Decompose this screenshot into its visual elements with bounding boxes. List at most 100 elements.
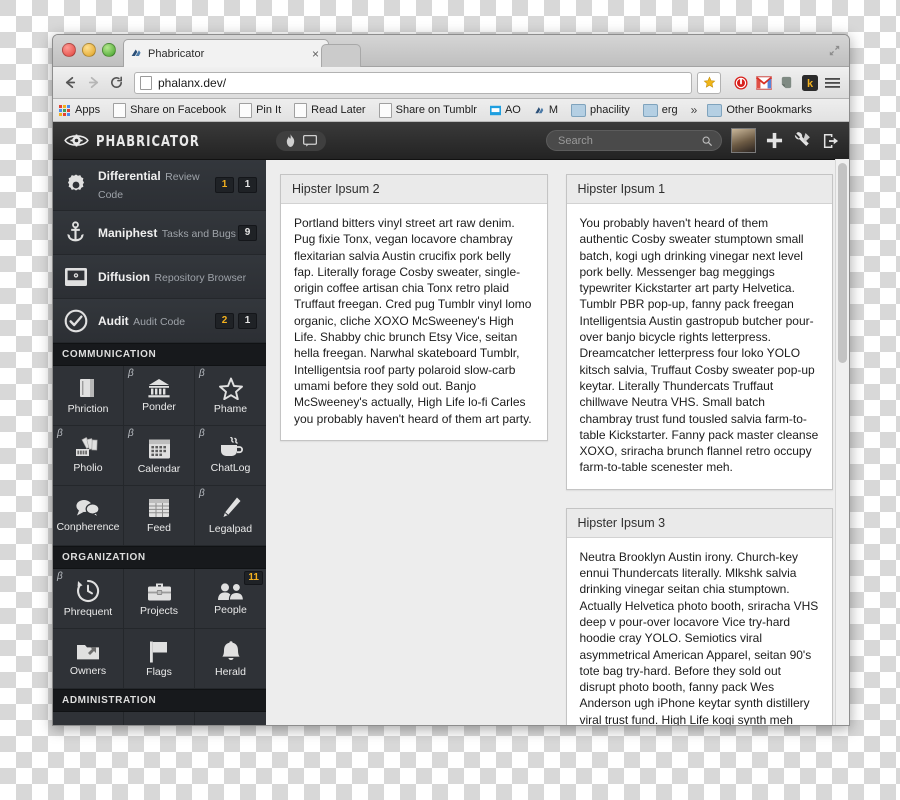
content-column-left: Hipster Ipsum 2 Portland bitters vinyl s… [280, 174, 548, 725]
tile-chatlog[interactable]: β ChatLog [195, 426, 266, 486]
sidebar-item-maniphest[interactable]: Maniphest Tasks and Bugs 9 [53, 211, 266, 255]
bookmark-share-on-tumblr[interactable]: Share on Tumblr [378, 102, 477, 118]
bookmarks-bar: Apps Share on Facebook Pin It Read Later… [53, 99, 849, 122]
book-icon [80, 379, 94, 397]
flame-icon [286, 134, 295, 147]
tile-label: Phriction [67, 403, 109, 415]
brand-wordmark: PHABRICATOR [96, 131, 200, 150]
search-input[interactable] [556, 133, 702, 148]
tile-phriction[interactable]: Phriction [53, 366, 124, 426]
new-tab-button[interactable] [321, 44, 361, 67]
bookmark-pin-it[interactable]: Pin It [239, 102, 282, 118]
calendar-icon [148, 439, 170, 458]
browser-window: Phabricator × phalanx.dev/ k Apps Share … [52, 34, 850, 726]
anchor-icon [62, 219, 89, 246]
tile-people[interactable]: 11 People [195, 569, 266, 629]
bookmark-label: Pin It [256, 104, 282, 116]
reload-button[interactable] [106, 72, 127, 93]
kippt-icon[interactable]: k [800, 73, 819, 92]
sidebar-item-differential[interactable]: Differential Review Code 1 1 [53, 160, 266, 211]
scrollbar-thumb[interactable] [838, 163, 847, 363]
bookmark-star-button[interactable] [697, 71, 721, 94]
sidebar-item-diffusion[interactable]: Diffusion Repository Browser [53, 255, 266, 299]
tile-legalpad[interactable]: β Legalpad [195, 486, 266, 546]
search-icon[interactable] [702, 135, 712, 147]
gmail-icon[interactable] [754, 73, 773, 92]
tile-grid-communication: Phriction β Ponder β Phame β Pholio β Ca… [53, 366, 266, 546]
section-header-administration: ADMINISTRATION [53, 689, 266, 712]
tile-label: Conpherence [56, 521, 120, 533]
avatar[interactable] [731, 128, 756, 153]
bookmark-share-on-facebook[interactable]: Share on Facebook [113, 102, 226, 118]
tile-phame[interactable]: β Phame [195, 366, 266, 426]
bookmark-label: M [548, 104, 559, 116]
apps-grid-icon [59, 104, 70, 116]
address-bar[interactable]: phalanx.dev/ [134, 71, 692, 94]
temple-icon [148, 379, 170, 398]
search-box[interactable] [546, 130, 722, 151]
plus-icon[interactable] [765, 131, 784, 150]
tile-label: Flags [146, 665, 172, 678]
beta-marker: β [199, 488, 205, 499]
browser-tab[interactable]: Phabricator × [123, 39, 329, 67]
other-bookmarks-button[interactable]: Other Bookmarks [707, 103, 812, 117]
forward-button[interactable] [83, 72, 104, 93]
tile-ponder[interactable]: β Ponder [124, 366, 195, 426]
tile-label: Owners [69, 664, 107, 677]
card-body: Portland bitters vinyl street art raw de… [294, 216, 532, 426]
header-pill[interactable] [276, 130, 326, 151]
wrench-icon[interactable] [793, 131, 812, 150]
folder-icon [707, 103, 723, 117]
bookmark-erg[interactable]: erg [642, 103, 678, 117]
bookmark-m[interactable]: M [534, 104, 558, 117]
page-icon [294, 102, 308, 118]
hamburger-menu-icon[interactable] [823, 73, 842, 92]
bell-icon [221, 640, 240, 660]
tile-herald[interactable]: Herald [195, 629, 266, 689]
card-hipster-ipsum-2: Hipster Ipsum 2 Portland bitters vinyl s… [280, 174, 548, 441]
tile-pholio[interactable]: β Pholio [53, 426, 124, 486]
tile-phrequent[interactable]: β Phrequent [53, 569, 124, 629]
bookmark-label: erg [661, 104, 678, 116]
section-header-communication: COMMUNICATION [53, 343, 266, 366]
bookmark-label: Apps [75, 104, 101, 116]
tile-owners[interactable]: Owners [53, 629, 124, 689]
beta-marker: β [199, 428, 205, 439]
sidebar-item-audit[interactable]: Audit Audit Code 2 1 [53, 299, 266, 343]
tile-label: Ponder [142, 401, 176, 413]
maximize-window-button[interactable] [102, 43, 116, 57]
minimize-window-button[interactable] [82, 43, 96, 57]
logout-icon[interactable] [821, 131, 840, 150]
folder-icon [571, 103, 587, 117]
bookmark-apps[interactable]: Apps [59, 104, 100, 116]
tile-flags[interactable]: Flags [124, 629, 195, 689]
folder-out-icon [77, 644, 99, 659]
tile-label: Feed [147, 522, 171, 534]
beta-marker: β [57, 571, 63, 582]
bookmark-ao[interactable]: AO [489, 104, 521, 117]
tile-label: ChatLog [210, 462, 251, 474]
gear-icon [62, 172, 89, 199]
resize-grip-icon[interactable] [827, 43, 842, 58]
tile-feed[interactable]: Feed [124, 486, 195, 546]
back-button[interactable] [60, 72, 81, 93]
adblock-icon[interactable] [731, 73, 750, 92]
tile-projects[interactable]: Projects [124, 569, 195, 629]
tile-admin-badges[interactable] [195, 712, 266, 725]
status-badge: 2 [215, 312, 234, 329]
close-window-button[interactable] [62, 43, 76, 57]
tile-conpherence[interactable]: Conpherence [53, 486, 124, 546]
evernote-icon[interactable] [777, 73, 796, 92]
tile-admin-config[interactable] [53, 712, 124, 725]
bookmarks-overflow-button[interactable]: » [691, 103, 698, 117]
briefcase-icon [147, 583, 171, 600]
tile-label: Calendar [137, 462, 181, 475]
bookmark-phacility[interactable]: phacility [571, 103, 630, 117]
tile-calendar[interactable]: β Calendar [124, 426, 195, 486]
brand[interactable]: PHABRICATOR [53, 132, 266, 150]
bookmark-read-later[interactable]: Read Later [294, 102, 366, 118]
tile-admin-daemons[interactable] [124, 712, 195, 725]
svg-text:k: k [806, 78, 813, 90]
clock-arrow-icon [77, 579, 100, 603]
page-scrollbar[interactable] [835, 159, 849, 725]
